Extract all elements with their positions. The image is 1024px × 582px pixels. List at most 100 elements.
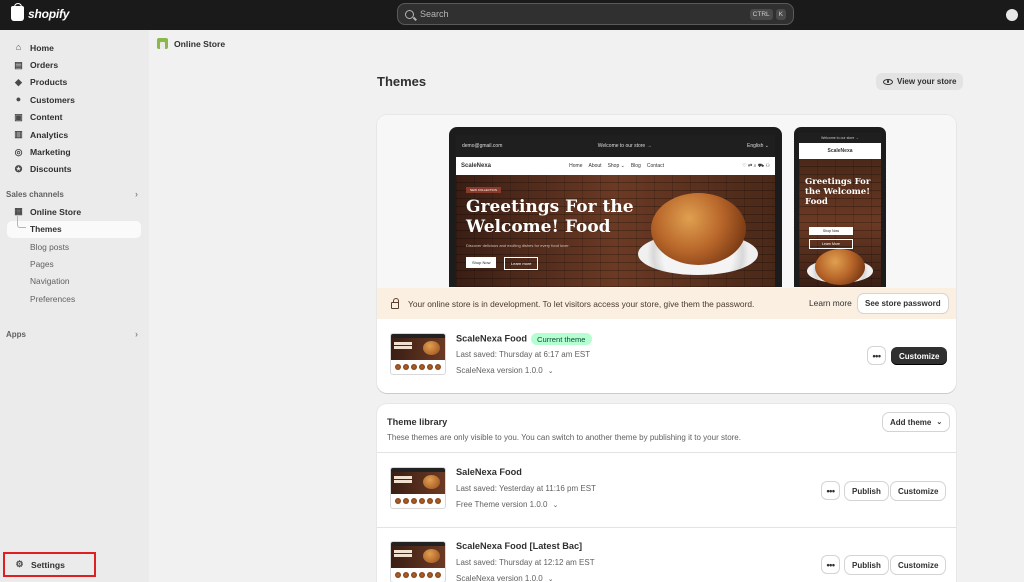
theme-version[interactable]: Free Theme version 1.0.0 ⌄ xyxy=(456,500,558,509)
sidebar-subitem-preferences[interactable]: Preferences xyxy=(0,290,149,307)
mobile-logo: ScaleNexa xyxy=(799,143,881,159)
more-actions-button[interactable]: ••• xyxy=(822,556,839,573)
theme-version-label: ScaleNexa version 1.0.0 xyxy=(456,574,543,582)
preview-hero-subtitle: Discover delicious and exciting dishes f… xyxy=(466,243,570,248)
thumbnail-hero xyxy=(391,338,445,360)
sidebar-item-label: Online Store xyxy=(30,206,82,217)
sidebar-item-orders[interactable]: ▤ Orders xyxy=(0,56,149,73)
learn-more-link[interactable]: Learn more xyxy=(809,298,852,308)
mobile-shop-now: Shop Now xyxy=(809,227,853,235)
chevron-down-icon: ⌄ xyxy=(552,502,559,509)
preview-hero-title: Greetings For the Welcome! Food xyxy=(466,197,634,237)
sidebar-item-label: Discounts xyxy=(30,164,72,175)
development-banner: Your online store is in development. To … xyxy=(377,288,956,319)
mobile-announcement: Welcome to our store → xyxy=(799,133,881,143)
gear-icon: ⚙ xyxy=(15,559,24,569)
theme-library-subtitle: These themes are only visible to you. Yo… xyxy=(387,433,741,442)
library-theme-row: SaleNexa Food Last saved: Yesterday at 1… xyxy=(377,453,956,527)
theme-name-label: ScaleNexa Food xyxy=(456,333,527,344)
sidebar-item-discounts[interactable]: ✪ Discounts xyxy=(0,161,149,178)
sidebar-item-label: Settings xyxy=(31,559,65,570)
roast-chicken-image xyxy=(651,193,746,265)
preview-nav-link: Contact xyxy=(646,163,665,169)
shortcut-key-ctrl: CTRL xyxy=(749,8,773,20)
sidebar-item-label: Customers xyxy=(30,94,75,105)
breadcrumb-label[interactable]: Online Store xyxy=(174,39,225,49)
mobile-hero: Greetings For the Welcome! Food Shop Now… xyxy=(799,159,881,287)
customize-button[interactable]: Customize xyxy=(891,347,948,365)
chevron-down-icon: ⌄ xyxy=(936,419,943,426)
add-theme-label: Add theme xyxy=(890,417,932,427)
more-actions-button[interactable]: ••• xyxy=(868,347,885,364)
theme-preview[interactable]: demo@gmail.com Welcome to our store → En… xyxy=(377,115,956,288)
chevron-down-icon: ⌄ xyxy=(547,576,554,582)
view-store-label: View your store xyxy=(897,77,957,86)
thumbnail-products xyxy=(391,360,445,374)
sidebar-item-content[interactable]: ▣ Content xyxy=(0,109,149,126)
shopify-logo[interactable]: shopify xyxy=(11,3,70,21)
publish-button[interactable]: Publish xyxy=(845,482,888,500)
theme-thumbnail[interactable] xyxy=(390,333,446,375)
storefront-icon: ▦ xyxy=(14,206,23,217)
sidebar-subitem-blog-posts[interactable]: Blog posts xyxy=(0,238,149,255)
chevron-down-icon: ⌄ xyxy=(547,368,554,375)
view-store-button[interactable]: View your store xyxy=(876,73,964,90)
theme-thumbnail[interactable] xyxy=(390,541,446,582)
sales-channels-label: Sales channels xyxy=(6,189,64,199)
sidebar-item-analytics[interactable]: ▥ Analytics xyxy=(0,126,149,143)
sidebar-item-marketing[interactable]: ◎ Marketing xyxy=(0,143,149,160)
home-icon: ⌂ xyxy=(15,42,22,53)
theme-version[interactable]: ScaleNexa version 1.0.0 ⌄ xyxy=(456,366,554,375)
customize-button[interactable]: Customize xyxy=(891,482,946,500)
apps-header[interactable]: Apps › xyxy=(0,325,149,343)
sidebar-subitem-pages[interactable]: Pages xyxy=(0,255,149,272)
theme-version[interactable]: ScaleNexa version 1.0.0 ⌄ xyxy=(456,574,554,582)
desktop-preview-screen: demo@gmail.com Welcome to our store → En… xyxy=(456,135,775,287)
top-bar: shopify CTRL K xyxy=(0,0,1024,30)
search-bar[interactable]: CTRL K xyxy=(397,3,794,25)
preview-nav-link: About xyxy=(588,163,602,169)
publish-button[interactable]: Publish xyxy=(845,556,888,574)
add-theme-button[interactable]: Add theme ⌄ xyxy=(883,413,950,431)
discount-icon: ✪ xyxy=(14,163,23,174)
customize-button[interactable]: Customize xyxy=(891,556,946,574)
page-title: Themes xyxy=(377,74,427,89)
banner-message: Your online store is in development. To … xyxy=(408,298,755,309)
preview-nav: ScaleNexa Home About Shop ⌄ Blog Contact… xyxy=(456,157,775,175)
current-theme-badge: Current theme xyxy=(530,333,592,345)
sidebar-item-label: Products xyxy=(30,77,68,88)
search-icon xyxy=(405,9,414,19)
sidebar-item-customers[interactable]: ● Customers xyxy=(0,91,149,108)
eye-icon xyxy=(883,78,893,85)
sidebar-item-settings[interactable]: ⚙ Settings xyxy=(3,552,96,577)
preview-nav-links: Home About Shop ⌄ Blog Contact xyxy=(569,163,664,169)
breadcrumb: Online Store xyxy=(157,38,225,49)
theme-thumbnail[interactable] xyxy=(390,467,446,509)
account-avatar[interactable] xyxy=(1006,9,1018,21)
thumbnail-products xyxy=(391,568,445,582)
theme-library-title: Theme library xyxy=(387,417,448,427)
mobile-preview-screen: Welcome to our store → ScaleNexa Greetin… xyxy=(799,133,881,287)
sales-channels-header[interactable]: Sales channels › xyxy=(0,185,149,203)
theme-name: ScaleNexa Food [Latest Bac] xyxy=(456,541,583,551)
sidebar-item-products[interactable]: ◆ Products xyxy=(0,74,149,91)
preview-nav-link: Shop ⌄ xyxy=(607,163,625,169)
sidebar-item-label: Analytics xyxy=(30,129,69,140)
see-store-password-button[interactable]: See store password xyxy=(858,294,948,313)
search-input[interactable] xyxy=(420,9,747,19)
sidebar-subitem-navigation[interactable]: Navigation xyxy=(0,273,149,290)
last-saved: Last saved: Thursday at 12:12 am EST xyxy=(456,558,595,567)
online-store-icon xyxy=(157,38,168,49)
sidebar-item-label: Home xyxy=(30,42,54,53)
last-saved: Last saved: Thursday at 6:17 am EST xyxy=(456,350,591,359)
sidebar-item-home[interactable]: ⌂ Home xyxy=(0,39,149,56)
preview-announcement-bar: demo@gmail.com Welcome to our store → En… xyxy=(456,135,775,157)
thumbnail-hero xyxy=(391,472,445,494)
mobile-hero-title: Greetings For the Welcome! Food xyxy=(805,177,871,207)
content-icon: ▣ xyxy=(14,111,23,122)
thumbnail-products xyxy=(391,494,445,508)
brand-name: shopify xyxy=(28,6,70,21)
preview-announcement: Welcome to our store → xyxy=(597,143,652,149)
sidebar-subitem-themes[interactable]: Themes xyxy=(7,215,141,238)
more-actions-button[interactable]: ••• xyxy=(822,482,839,499)
